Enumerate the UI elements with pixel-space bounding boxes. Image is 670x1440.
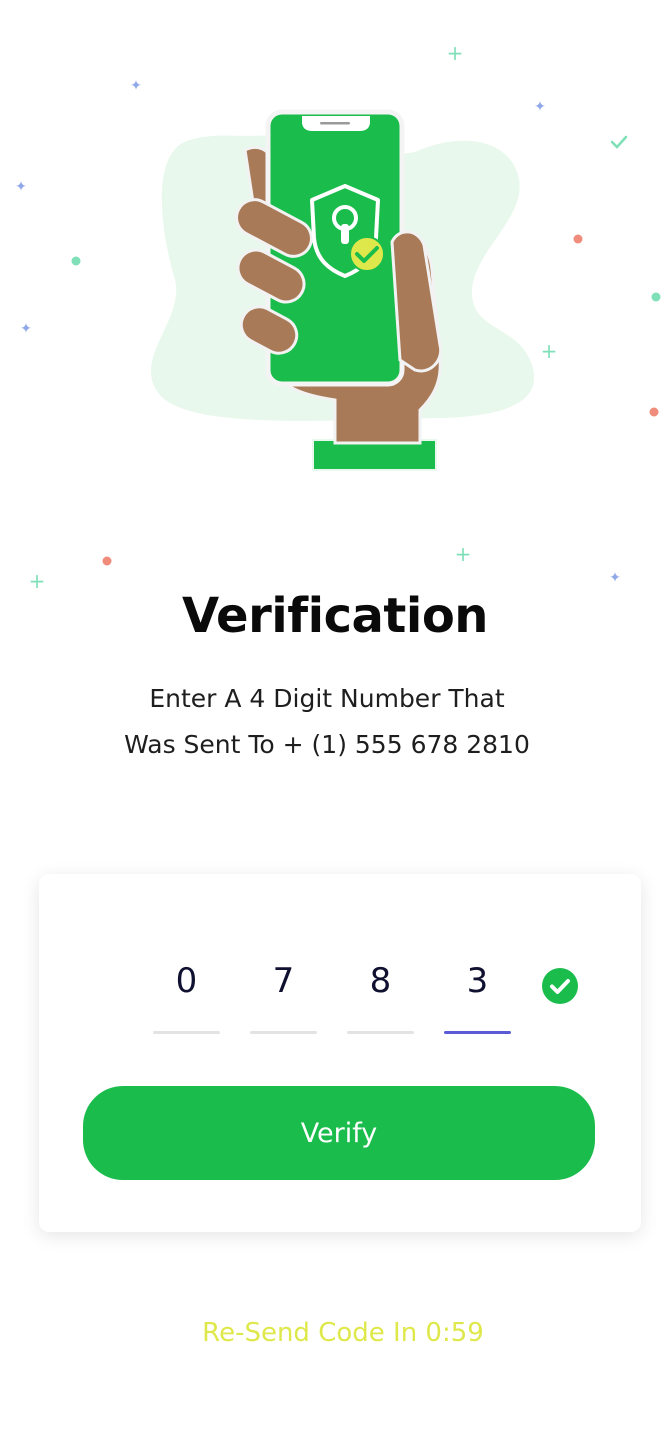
code-digit-4-underline	[444, 1031, 511, 1034]
svg-text:✦: ✦	[130, 78, 142, 94]
phone-verification-illustration: + + + + ✦ ✦ ✦ ✦ ✦	[15, 41, 661, 593]
svg-text:+: +	[447, 41, 464, 65]
code-digit-2-underline	[250, 1031, 317, 1034]
svg-text:✦: ✦	[534, 99, 546, 115]
code-digit-2[interactable]: 7	[250, 958, 317, 1018]
code-digit-3-underline	[347, 1031, 414, 1034]
resend-code-countdown: Re-Send Code In 0:59	[202, 1318, 484, 1348]
code-digit-1-underline	[153, 1031, 220, 1034]
svg-text:+: +	[455, 542, 472, 566]
svg-text:✦: ✦	[609, 570, 621, 586]
verify-button[interactable]: Verify	[83, 1086, 595, 1180]
svg-text:+: +	[541, 339, 558, 363]
code-digit-1[interactable]: 0	[153, 958, 220, 1018]
checkmark-badge-icon	[349, 236, 385, 272]
instruction-text: Enter A 4 Digit Number That Was Sent To …	[0, 676, 654, 768]
svg-text:✦: ✦	[15, 179, 27, 195]
page-title: Verification	[182, 588, 488, 644]
code-digit-4[interactable]: 3	[444, 958, 511, 1018]
code-digit-3[interactable]: 8	[347, 958, 414, 1018]
instruction-line-1: Enter A 4 Digit Number That	[149, 684, 505, 713]
check-circle-icon	[542, 968, 578, 1004]
instruction-line-2: Was Sent To + (1) 555 678 2810	[124, 730, 530, 759]
svg-text:✦: ✦	[20, 321, 32, 337]
